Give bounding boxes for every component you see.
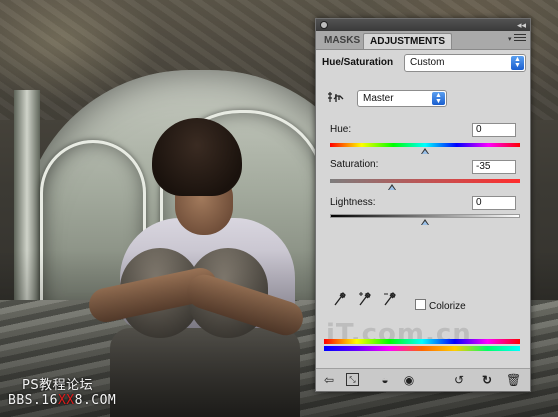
targeted-adjustment-icon[interactable]: [327, 90, 345, 106]
saturation-slider-thumb[interactable]: [387, 184, 396, 190]
panel-bottom-toolbar: ⇦ ⤡ ◒ ◉ ↺ ↻ 🗑: [316, 368, 530, 391]
expand-view-icon[interactable]: ⤡: [346, 373, 359, 386]
close-panel-button[interactable]: [320, 21, 328, 29]
eyedropper-plus-icon[interactable]: [358, 291, 372, 307]
watermark-forum-url: BBS.16XX8.COM: [8, 393, 116, 408]
preset-select[interactable]: Custom ▲ ▼: [404, 54, 526, 72]
lightness-slider-thumb[interactable]: [421, 219, 429, 225]
boy-hair: [152, 118, 242, 196]
colorize-label: Colorize: [429, 301, 466, 312]
watermark-url-part2: XX: [57, 393, 75, 408]
channel-select[interactable]: Master ▲ ▼: [357, 90, 447, 107]
channel-value: Master: [363, 93, 394, 104]
colorize-checkbox[interactable]: Colorize: [415, 299, 466, 312]
lightness-input[interactable]: 0: [472, 196, 516, 210]
watermark-url-part3: 8.COM: [74, 393, 117, 408]
reset-icon[interactable]: ↻: [480, 373, 494, 387]
adjustment-title: Hue/Saturation: [322, 57, 394, 68]
panel-menu-icon[interactable]: ▾: [508, 34, 526, 44]
eyedropper-minus-icon[interactable]: [383, 291, 397, 307]
eyedropper-icon[interactable]: [333, 291, 347, 307]
lightness-slider-track[interactable]: [330, 214, 520, 218]
tab-masks[interactable]: MASKS: [318, 33, 366, 49]
hue-slider-track[interactable]: [330, 143, 520, 147]
collapse-panel-icon[interactable]: ◂◂: [517, 19, 526, 31]
panel-titlebar[interactable]: ◂◂: [316, 19, 530, 31]
panel-tab-bar: MASKS ADJUSTMENTS ▾: [316, 31, 530, 50]
watermark-url-part1: BBS.16: [8, 393, 58, 408]
lightness-label: Lightness:: [330, 197, 376, 208]
saturation-input[interactable]: -35: [472, 160, 516, 174]
tab-adjustments[interactable]: ADJUSTMENTS: [363, 33, 453, 49]
view-previous-state-icon[interactable]: ↺: [452, 373, 466, 387]
visibility-eye-icon[interactable]: ◉: [402, 373, 416, 387]
saturation-label: Saturation:: [330, 159, 379, 170]
watermark-forum-name: PS教程论坛: [22, 378, 94, 393]
clip-to-layer-icon[interactable]: ◒: [378, 373, 392, 387]
itcom-watermark: iT.com.cn: [326, 319, 472, 349]
output-color-ramp: [324, 346, 520, 351]
hue-slider-thumb[interactable]: [421, 148, 429, 154]
select-arrows-icon: ▲ ▼: [511, 56, 524, 70]
trash-icon[interactable]: 🗑: [506, 373, 521, 387]
colorize-checkbox-box[interactable]: [415, 299, 426, 310]
select-arrows-icon: ▲ ▼: [432, 92, 445, 105]
input-color-ramp: [324, 339, 520, 344]
hue-label: Hue:: [330, 124, 352, 135]
adjustments-panel: ◂◂ MASKS ADJUSTMENTS ▾ Hue/Saturation Cu…: [315, 18, 531, 392]
hue-input[interactable]: 0: [472, 123, 516, 137]
back-arrow-icon[interactable]: ⇦: [322, 373, 336, 387]
saturation-slider-track[interactable]: [330, 179, 520, 183]
preset-value: Custom: [410, 57, 445, 68]
